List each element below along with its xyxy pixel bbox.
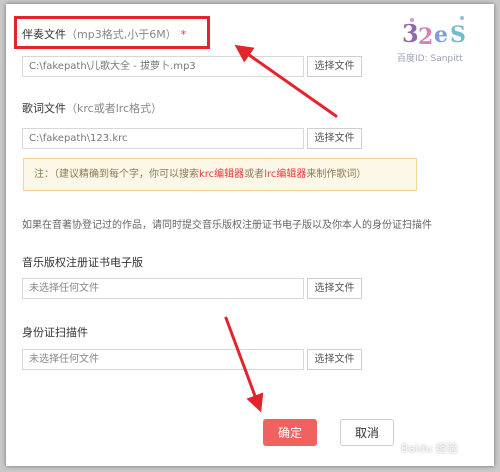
arrow-to-confirm (224, 316, 264, 413)
upload-form-panel: 伴奏文件（mp3格式,小于6M） * C:\fakepath\儿歌大全 - 拔萝卜… (6, 4, 494, 466)
arrow-to-accompaniment (234, 44, 338, 118)
baidu-watermark: Baidu 经验 (401, 442, 458, 455)
annotation-arrows (224, 44, 338, 413)
